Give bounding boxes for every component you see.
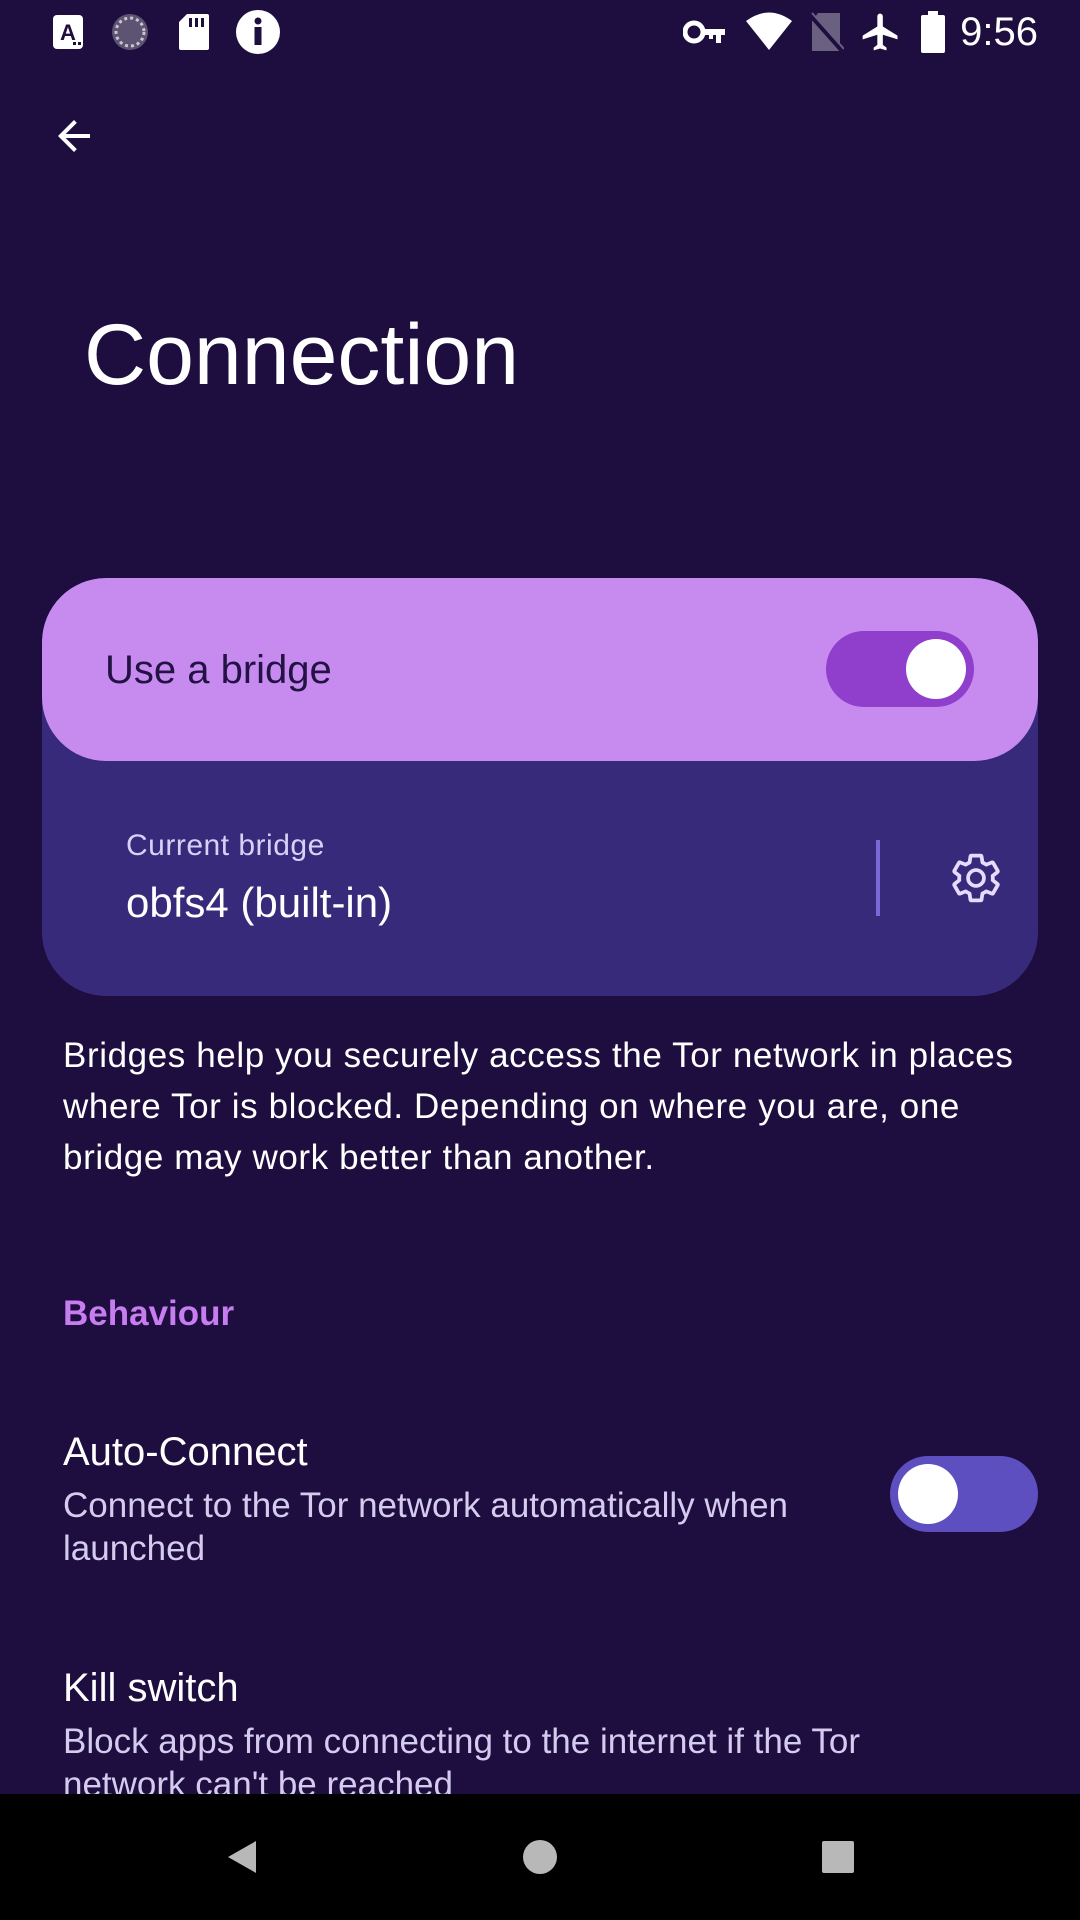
svg-text:A: A [60, 20, 76, 45]
nav-home-button[interactable] [500, 1817, 580, 1897]
bridge-card: Use a bridge Current bridge obfs4 (built… [42, 578, 1038, 996]
current-bridge[interactable]: Current bridge obfs4 (built-in) [126, 826, 392, 932]
kill-switch-summary: Block apps from connecting to the intern… [63, 1722, 861, 1794]
current-bridge-caption: Current bridge [126, 829, 325, 862]
arrow-back-icon [58, 120, 90, 152]
navigation-bar [0, 1794, 1080, 1920]
back-triangle-icon [228, 1841, 256, 1873]
sync-circle-icon [108, 8, 152, 56]
divider [876, 840, 880, 916]
nav-back-button[interactable] [202, 1817, 282, 1897]
page-title: Connection [84, 307, 520, 403]
no-sim-icon [806, 8, 846, 56]
auto-connect-title: Auto-Connect [63, 1430, 308, 1474]
nav-recents-button[interactable] [798, 1817, 878, 1897]
gear-icon [952, 853, 1000, 903]
use-bridge-switch[interactable] [826, 631, 974, 707]
status-bar: A 9:56 [0, 0, 1080, 64]
switch-knob [906, 639, 966, 699]
kill-switch-title: Kill switch [63, 1666, 239, 1710]
recents-square-icon [822, 1841, 854, 1873]
sd-card-icon [174, 8, 214, 56]
info-icon [234, 8, 282, 56]
status-time: 9:56 [960, 10, 1038, 54]
auto-connect-row[interactable]: Auto-Connect Connect to the Tor network … [0, 1424, 1080, 1568]
back-button[interactable] [34, 96, 114, 176]
use-bridge-row[interactable]: Use a bridge [42, 578, 1038, 761]
vpn-key-icon [682, 8, 728, 56]
battery-icon [918, 8, 948, 56]
current-bridge-value: obfs4 (built-in) [126, 879, 393, 926]
bridge-description: Bridges help you securely access the Tor… [63, 1036, 1014, 1177]
wifi-icon [744, 8, 794, 56]
section-header-behaviour: Behaviour [63, 1294, 235, 1333]
home-circle-icon [523, 1840, 557, 1874]
switch-knob [898, 1464, 958, 1524]
bridge-settings-button[interactable] [942, 844, 1010, 912]
airplane-mode-icon [858, 8, 904, 56]
use-bridge-label: Use a bridge [105, 648, 332, 692]
font-a-icon: A [48, 8, 88, 56]
auto-connect-switch[interactable] [890, 1456, 1038, 1532]
kill-switch-row[interactable]: Kill switch Block apps from connecting t… [0, 1660, 1080, 1794]
auto-connect-summary: Connect to the Tor network automatically… [63, 1486, 789, 1568]
